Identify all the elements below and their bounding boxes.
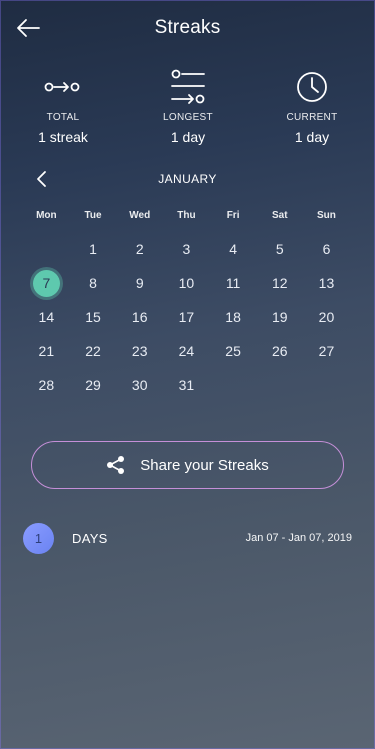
calendar-day-number: 12 — [271, 275, 288, 291]
share-button-label: Share your Streaks — [140, 456, 269, 474]
calendar-day[interactable]: 26 — [256, 334, 303, 368]
clock-icon — [297, 72, 327, 102]
calendar-day[interactable]: 10 — [163, 266, 210, 300]
calendar-day-number: 31 — [178, 377, 195, 393]
calendar-day-number: 14 — [38, 309, 55, 325]
calendar-day[interactable]: 27 — [303, 334, 350, 368]
calendar-day-number: 16 — [131, 309, 148, 325]
share-icon — [107, 456, 125, 474]
calendar-day-number: 13 — [318, 275, 335, 291]
stat-longest: LONGEST 1 day — [138, 66, 238, 145]
calendar-day-number: 9 — [135, 275, 144, 291]
calendar-day[interactable]: 24 — [163, 334, 210, 368]
calendar-day[interactable]: 13 — [303, 266, 350, 300]
weekday-label: Fri — [226, 210, 240, 221]
calendar-day[interactable]: 12 — [256, 266, 303, 300]
calendar-day-number: 6 — [322, 241, 331, 257]
calendar-day-number: 15 — [85, 309, 101, 325]
calendar-day[interactable]: 15 — [70, 300, 117, 334]
stat-current-label: CURRENT — [286, 112, 338, 123]
calendar-day-number: 4 — [229, 241, 237, 257]
calendar-day[interactable]: 6 — [303, 232, 350, 266]
calendar-day[interactable]: 2 — [116, 232, 163, 266]
calendar-day[interactable]: 11 — [210, 266, 257, 300]
calendar-day-number: 11 — [225, 275, 241, 291]
header: Streaks — [0, 0, 375, 56]
stats-panel: TOTAL 1 streak LONGEST 1 day CURRENT 1 d… — [0, 66, 375, 156]
share-button[interactable]: Share your Streaks — [31, 441, 344, 489]
calendar-day[interactable]: 4 — [210, 232, 257, 266]
calendar-day-number: 17 — [178, 309, 195, 325]
list-sliders-icon — [171, 69, 205, 104]
calendar-day[interactable]: 20 — [303, 300, 350, 334]
weekday-row: Mon Tue Wed Thu Fri Sat Sun — [23, 210, 350, 221]
calendar-grid: 1 2 3 4 5 6 7 8 9 10 11 12 13 14 15 16 17 18 19 20 21 22 23 24 2… — [23, 232, 350, 402]
calendar-day[interactable]: 3 — [163, 232, 210, 266]
month-label: JANUARY — [158, 172, 217, 186]
calendar-day-number: 18 — [225, 309, 241, 325]
calendar-day-number: 21 — [38, 343, 55, 359]
stat-longest-label: LONGEST — [163, 112, 213, 123]
calendar-day-number: 8 — [89, 275, 97, 291]
weekday-label: Sat — [272, 210, 288, 221]
calendar-day-empty — [23, 232, 70, 266]
calendar-day-number: 30 — [131, 377, 148, 393]
calendar-day-number: 27 — [318, 343, 335, 359]
calendar-day[interactable]: 16 — [116, 300, 163, 334]
stat-current: CURRENT 1 day — [262, 66, 362, 145]
calendar-day-number: 1 — [89, 241, 97, 257]
calendar-day-number: 29 — [85, 377, 101, 393]
calendar-day[interactable]: 8 — [70, 266, 117, 300]
streak-chain-icon — [44, 82, 80, 92]
calendar-day-number: 23 — [131, 343, 148, 359]
calendar-day-number: 26 — [271, 343, 288, 359]
calendar-day[interactable]: 5 — [256, 232, 303, 266]
calendar-day[interactable]: 30 — [116, 368, 163, 402]
calendar-day[interactable]: 29 — [70, 368, 117, 402]
calendar-day[interactable]: 25 — [210, 334, 257, 368]
page-title: Streaks — [154, 17, 221, 38]
weekday-label: Mon — [36, 210, 57, 221]
calendar-day-number: 10 — [178, 275, 195, 291]
stat-current-value: 1 day — [294, 129, 330, 145]
streak-days-label: DAYS — [72, 531, 108, 546]
calendar-day[interactable]: 19 — [256, 300, 303, 334]
calendar-header: JANUARY — [0, 168, 375, 192]
calendar-day[interactable]: 14 — [23, 300, 70, 334]
calendar-day-number: 24 — [178, 343, 195, 359]
stat-total-value: 1 streak — [38, 129, 88, 145]
weekday-label: Tue — [84, 210, 102, 221]
calendar-day[interactable]: 1 — [70, 232, 117, 266]
calendar-day-number: 28 — [38, 377, 55, 393]
weekday-label: Thu — [177, 210, 196, 221]
calendar-day[interactable]: 31 — [163, 368, 210, 402]
streak-date-range: Jan 07 - Jan 07, 2019 — [245, 532, 352, 544]
stat-total: TOTAL 1 streak — [13, 66, 113, 145]
calendar-day[interactable]: 22 — [70, 334, 117, 368]
calendar-day[interactable]: 17 — [163, 300, 210, 334]
calendar-day-number: 20 — [318, 309, 335, 325]
calendar-day-number: 5 — [275, 241, 284, 257]
calendar-day[interactable]: 18 — [210, 300, 257, 334]
calendar-day-number: 22 — [85, 343, 101, 359]
calendar-day-number: 2 — [135, 241, 144, 257]
calendar-day[interactable]: 28 — [23, 368, 70, 402]
calendar-day-selected[interactable]: 7 — [23, 266, 70, 300]
calendar-day-number: 25 — [225, 343, 241, 359]
streak-row[interactable]: 1 DAYS Jan 07 - Jan 07, 2019 — [0, 522, 375, 556]
weekday-label: Sun — [317, 210, 336, 221]
calendar-day[interactable]: 23 — [116, 334, 163, 368]
streak-count-badge: 1 — [23, 523, 54, 554]
calendar-day-number: 19 — [271, 309, 288, 325]
calendar-day-number: 3 — [182, 241, 191, 257]
weekday-label: Wed — [129, 210, 151, 221]
stat-total-label: TOTAL — [46, 112, 80, 123]
calendar-day-number: 7 — [42, 275, 51, 291]
calendar-day[interactable]: 21 — [23, 334, 70, 368]
calendar-day[interactable]: 9 — [116, 266, 163, 300]
stat-longest-value: 1 day — [170, 129, 206, 145]
